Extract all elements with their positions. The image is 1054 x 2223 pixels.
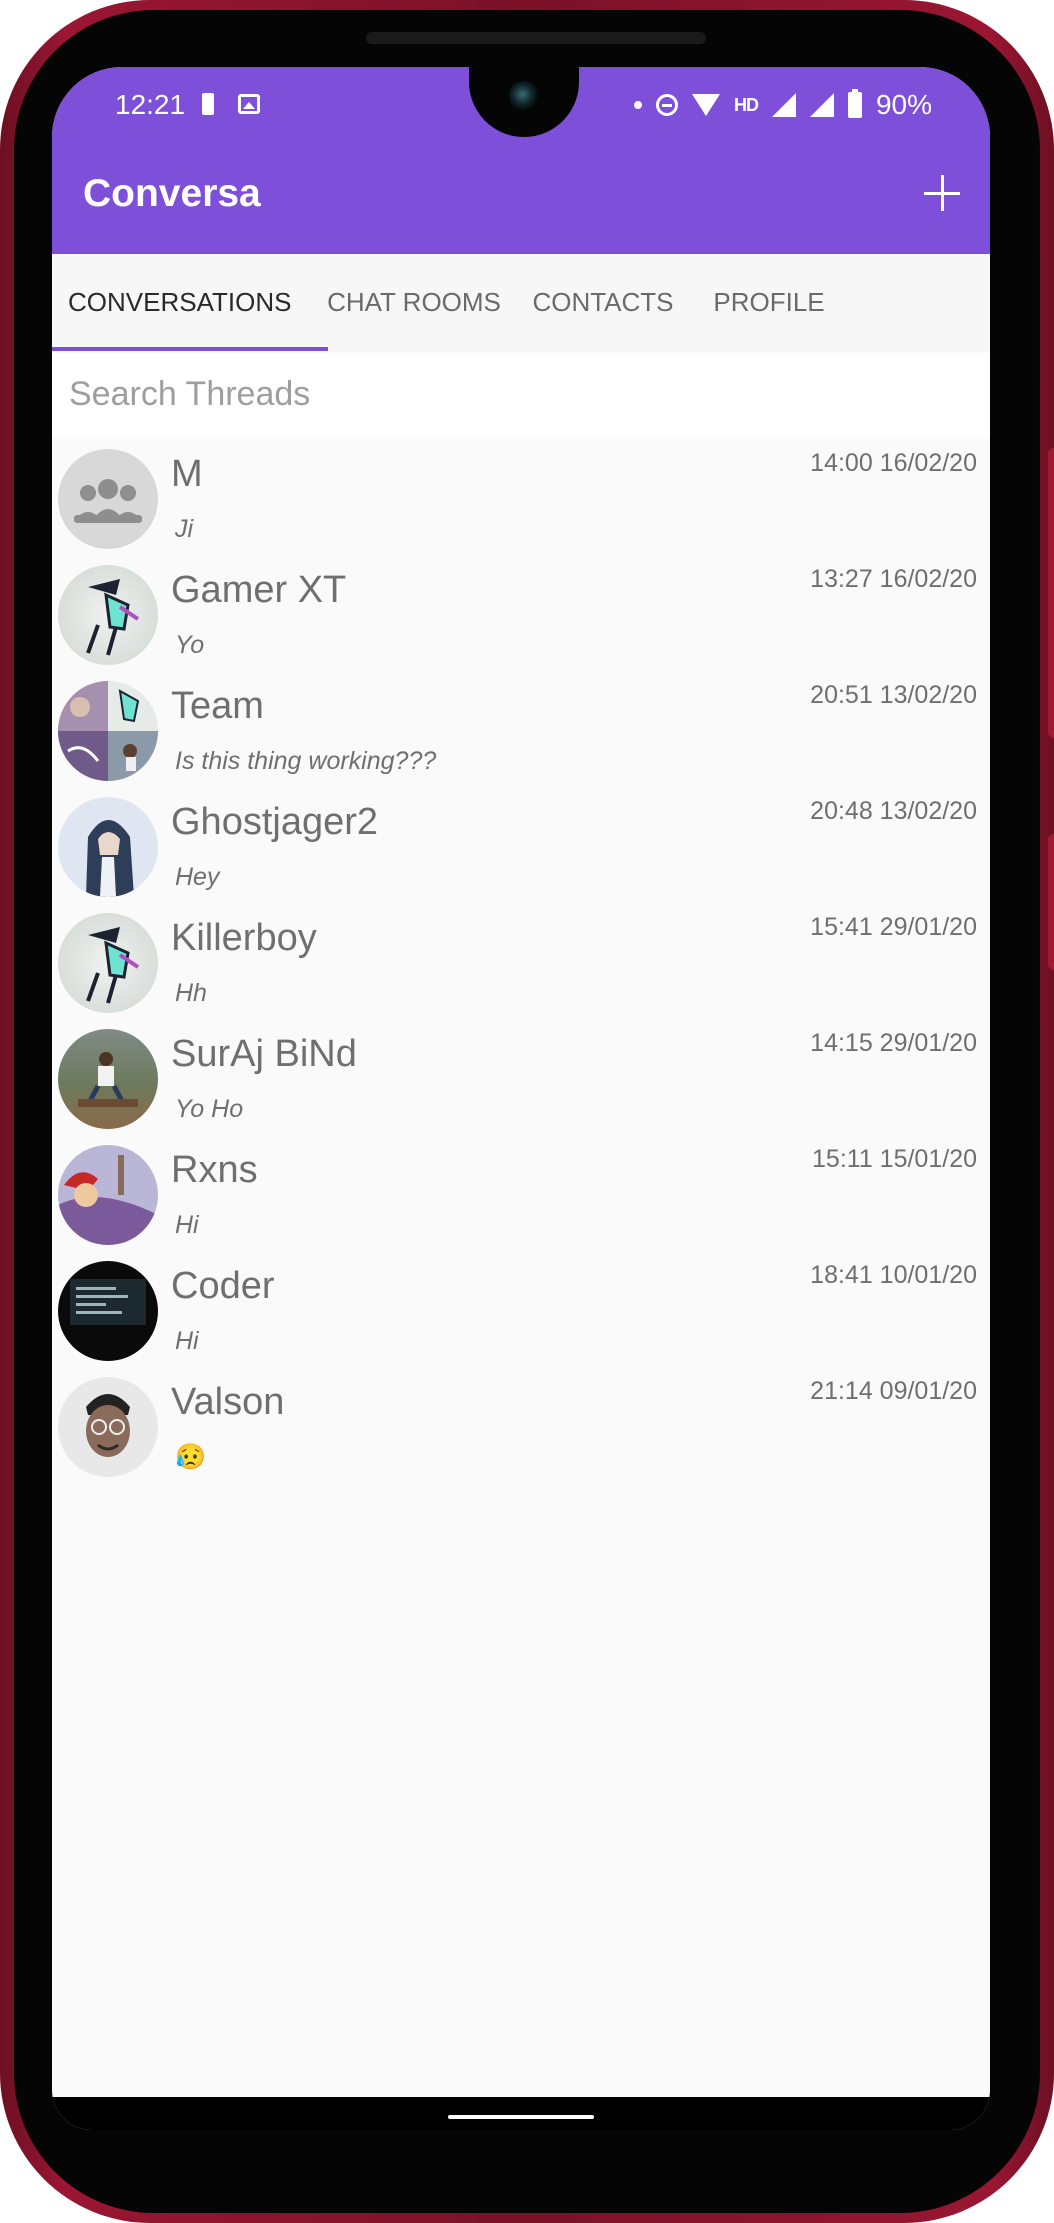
earpiece-speaker (366, 32, 706, 44)
avatar (58, 565, 158, 665)
avatar (58, 1145, 158, 1245)
avatar (58, 1029, 158, 1129)
volume-button (1048, 448, 1054, 738)
thread-preview: Yo Ho (175, 1095, 244, 1123)
avatar (58, 913, 158, 1013)
thread-preview: Hi (175, 1327, 199, 1355)
tab-chat-rooms[interactable]: CHAT ROOMS (316, 254, 512, 352)
app-bar: 12:21 HD 90% Conversa (52, 67, 990, 254)
active-tab-indicator (52, 347, 328, 351)
thread-preview: Hey (175, 863, 220, 891)
thread-name: Valson (171, 1381, 285, 1423)
tab-contacts[interactable]: CONTACTS (528, 254, 678, 352)
thread-timestamp: 18:41 10/01/20 (810, 1261, 977, 1289)
status-indicators: HD 90% (633, 89, 932, 121)
thread-row[interactable]: Rxns Hi 15:11 15/01/20 (52, 1135, 990, 1251)
battery-icon (847, 89, 862, 118)
thread-name: Rxns (171, 1149, 258, 1191)
thread-row[interactable]: Gamer XT Yo 13:27 16/02/20 (52, 555, 990, 671)
thread-preview: Ji (175, 515, 194, 543)
search-input[interactable] (67, 365, 971, 423)
signal-icon (771, 93, 796, 117)
thread-timestamp: 14:15 29/01/20 (810, 1029, 977, 1057)
add-icon[interactable] (922, 173, 962, 213)
avatar (58, 1377, 158, 1477)
thread-timestamp: 15:11 15/01/20 (812, 1145, 977, 1173)
thread-row[interactable]: Coder Hi 18:41 10/01/20 (52, 1251, 990, 1367)
thread-row[interactable]: SurAj BiNd Yo Ho 14:15 29/01/20 (52, 1019, 990, 1135)
thread-name: SurAj BiNd (171, 1033, 357, 1075)
thread-timestamp: 15:41 29/01/20 (810, 913, 977, 941)
thread-preview: Yo (175, 631, 205, 659)
camera-notch (469, 67, 579, 137)
hd-label: HD (733, 94, 759, 115)
thread-name: Killerboy (171, 917, 317, 959)
image-icon (238, 94, 260, 114)
avatar (58, 797, 158, 897)
thread-timestamp: 20:48 13/02/20 (810, 797, 977, 825)
thread-name: Team (171, 685, 264, 727)
thread-preview: Is this thing working??? (175, 747, 437, 775)
screen: 12:21 HD 90% Conversa CONVERSATIONS CHAT… (52, 67, 990, 2130)
thread-timestamp: 21:14 09/01/20 (810, 1377, 977, 1405)
system-nav-bar (52, 2097, 990, 2130)
wifi-icon (691, 94, 720, 116)
camera-icon (509, 81, 539, 111)
notification-icons (202, 93, 260, 115)
do-not-disturb-icon (655, 94, 678, 116)
tab-bar: CONVERSATIONS CHAT ROOMS CONTACTS PROFIL… (52, 254, 990, 352)
thread-timestamp: 14:00 16/02/20 (810, 449, 977, 477)
status-time: 12:21 (115, 89, 186, 120)
thread-timestamp: 20:51 13/02/20 (810, 681, 977, 709)
signal-icon-2 (809, 93, 834, 117)
search-bar (52, 353, 990, 437)
tab-conversations[interactable]: CONVERSATIONS (68, 254, 291, 352)
group-avatar-icon (58, 449, 158, 549)
thread-preview: Hh (175, 979, 207, 1007)
battery-percent: 90% (875, 89, 932, 120)
avatar (58, 681, 158, 781)
thread-name: Gamer XT (171, 569, 347, 611)
notification-dot-icon (633, 101, 642, 109)
thread-preview: 😥 (175, 1443, 207, 1471)
thread-preview: Hi (175, 1211, 199, 1239)
app-title: Conversa (83, 172, 261, 215)
thread-timestamp: 13:27 16/02/20 (810, 565, 977, 593)
thread-row[interactable]: Valson 😥 21:14 09/01/20 (52, 1367, 990, 1483)
avatar (58, 1261, 158, 1361)
thread-row[interactable]: M Ji 14:00 16/02/20 (52, 439, 990, 555)
thread-row[interactable]: Ghostjager2 Hey 20:48 13/02/20 (52, 787, 990, 903)
thread-row[interactable]: Team Is this thing working??? 20:51 13/0… (52, 671, 990, 787)
power-button (1048, 834, 1054, 970)
thread-name: M (171, 453, 203, 495)
tab-profile[interactable]: PROFILE (702, 254, 836, 352)
thread-name: Ghostjager2 (171, 801, 379, 843)
thread-name: Coder (171, 1265, 275, 1307)
thread-row[interactable]: Killerboy Hh 15:41 29/01/20 (52, 903, 990, 1019)
home-gesture-bar[interactable] (448, 2115, 594, 2119)
sd-card-icon (202, 93, 214, 115)
phone-frame: 12:21 HD 90% Conversa CONVERSATIONS CHAT… (0, 0, 1054, 2223)
